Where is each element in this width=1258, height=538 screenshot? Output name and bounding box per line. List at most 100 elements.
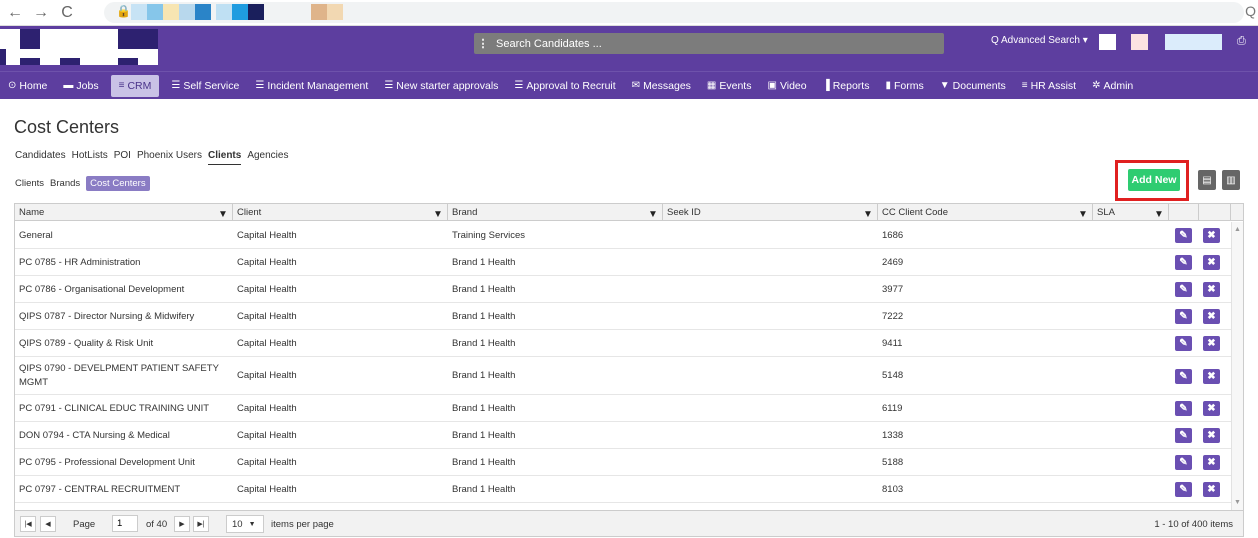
column-label: CC Client Code <box>882 207 948 218</box>
list-icon: ☰ <box>514 80 524 91</box>
delete-icon[interactable]: ✖ <box>1203 309 1220 324</box>
logo-mark <box>60 58 80 65</box>
page-number-input[interactable] <box>112 515 138 532</box>
cell-seek-id <box>663 330 878 357</box>
delete-icon[interactable]: ✖ <box>1203 228 1220 243</box>
tab-candidates[interactable]: Candidates <box>15 150 66 165</box>
tab-hotlists[interactable]: HotLists <box>72 150 108 165</box>
nav-self-service[interactable]: ☰ Self Service <box>163 75 247 97</box>
grid-scrollbar[interactable]: ▲ ▼ <box>1231 222 1243 510</box>
column-header-sla[interactable]: SLA ▼ <box>1093 204 1169 221</box>
nav-approval-to-recruit[interactable]: ☰ Approval to Recruit <box>506 75 623 97</box>
filter-icon[interactable]: ▼ <box>1078 206 1088 223</box>
edit-icon[interactable]: ✎ <box>1175 309 1192 324</box>
table-row[interactable]: PC 0785 - HR Administration Capital Healt… <box>15 249 1231 276</box>
column-header-client[interactable]: Client ▼ <box>233 204 448 221</box>
table-row[interactable]: PC 0797 - CENTRAL RECRUITMENT Capital Hea… <box>15 476 1231 503</box>
tab-phoenix-users[interactable]: Phoenix Users <box>137 150 202 165</box>
nav-documents[interactable]: ▼ Documents <box>932 75 1014 97</box>
address-bar[interactable] <box>104 2 1244 23</box>
edit-icon[interactable]: ✎ <box>1175 482 1192 497</box>
nav-messages[interactable]: ✉ Messages <box>624 75 699 97</box>
table-row[interactable]: PC 0791 - CLINICAL EDUC TRAINING UNIT Cap… <box>15 395 1231 422</box>
delete-icon[interactable]: ✖ <box>1203 482 1220 497</box>
zoom-icon[interactable]: Q <box>1245 3 1256 19</box>
delete-icon[interactable]: ✖ <box>1203 255 1220 270</box>
delete-icon[interactable]: ✖ <box>1203 428 1220 443</box>
cell-brand: Brand 1 Health <box>452 402 516 414</box>
edit-icon[interactable]: ✎ <box>1175 401 1192 416</box>
subtab-cost-centers[interactable]: Cost Centers <box>86 176 150 191</box>
prev-page-button[interactable]: ◀ <box>40 516 56 532</box>
nav-label: Incident Management <box>267 79 369 92</box>
first-page-button[interactable]: |◀ <box>20 516 36 532</box>
delete-icon[interactable]: ✖ <box>1203 282 1220 297</box>
forward-icon[interactable]: → <box>30 2 52 24</box>
column-header-cc-client-code[interactable]: CC Client Code ▼ <box>878 204 1093 221</box>
filter-icon[interactable]: ▼ <box>863 206 873 223</box>
delete-icon[interactable]: ✖ <box>1203 401 1220 416</box>
delete-icon[interactable]: ✖ <box>1203 455 1220 470</box>
nav-new-starter-approvals[interactable]: ☰ New starter approvals <box>376 75 506 97</box>
nav-admin[interactable]: ✲ Admin <box>1084 75 1141 97</box>
edit-icon[interactable]: ✎ <box>1175 228 1192 243</box>
nav-label: Admin <box>1103 79 1134 92</box>
column-header-seek-id[interactable]: Seek ID ▼ <box>663 204 878 221</box>
search-input[interactable]: ⋮ Search Candidates ... <box>474 33 944 54</box>
cell-client: Capital Health <box>237 229 297 241</box>
list-icon: ☰ <box>171 80 181 91</box>
delete-icon[interactable]: ✖ <box>1203 336 1220 351</box>
column-header-delete <box>1199 204 1231 221</box>
edit-icon[interactable]: ✎ <box>1175 336 1192 351</box>
advanced-search-button[interactable]: Q Advanced Search ▾ <box>991 35 1088 46</box>
tab-poi[interactable]: POI <box>114 150 131 165</box>
column-header-brand[interactable]: Brand ▼ <box>448 204 663 221</box>
add-new-button[interactable]: Add New <box>1128 169 1180 191</box>
export-pdf-icon[interactable]: ▥ <box>1222 170 1240 190</box>
nav-forms[interactable]: ▮ Forms <box>877 75 931 97</box>
nav-label: Home <box>19 79 48 92</box>
table-row[interactable]: QIPS 0787 - Director Nursing & Midwifery… <box>15 303 1231 330</box>
reload-icon[interactable]: C <box>56 2 78 24</box>
filter-icon[interactable]: ▼ <box>1154 206 1164 223</box>
subtab-brands[interactable]: Brands <box>50 178 80 189</box>
nav-hr-assist[interactable]: ≡ HR Assist <box>1014 75 1084 97</box>
table-row[interactable]: QIPS 0789 - Quality & Risk Unit Capital H… <box>15 330 1231 357</box>
table-row[interactable]: QIPS 0790 - DEVELPMENT PATIENT SAFETY MG… <box>15 357 1231 395</box>
edit-icon[interactable]: ✎ <box>1175 455 1192 470</box>
nav-reports[interactable]: ▐ Reports <box>815 75 878 97</box>
table-row[interactable]: PC 0795 - Professional Development Unit C… <box>15 449 1231 476</box>
print-icon[interactable]: ⎙ <box>1237 35 1246 48</box>
column-header-name[interactable]: Name ▼ <box>15 204 233 221</box>
nav-events[interactable]: ▦ Events <box>699 75 760 97</box>
edit-icon[interactable]: ✎ <box>1175 428 1192 443</box>
crm-icon: ≡ <box>118 80 125 91</box>
table-row[interactable]: General Capital Health Training Services 16… <box>15 222 1231 249</box>
edit-icon[interactable]: ✎ <box>1175 282 1192 297</box>
last-page-button[interactable]: ▶| <box>193 516 209 532</box>
tab-clients[interactable]: Clients <box>207 150 242 165</box>
edit-icon[interactable]: ✎ <box>1175 255 1192 270</box>
scroll-down-icon[interactable]: ▼ <box>1234 499 1241 506</box>
scroll-up-icon[interactable]: ▲ <box>1234 226 1241 233</box>
next-page-button[interactable]: ▶ <box>174 516 190 532</box>
back-icon[interactable]: ← <box>4 2 26 24</box>
filter-icon[interactable]: ▼ <box>433 206 443 223</box>
nav-incident-management[interactable]: ☰ Incident Management <box>247 75 376 97</box>
nav-video[interactable]: ▣ Video <box>759 75 814 97</box>
tab-agencies[interactable]: Agencies <box>247 150 288 165</box>
menu-dots-icon[interactable]: ⋮ <box>474 37 492 50</box>
video-icon: ▣ <box>767 80 777 91</box>
export-excel-icon[interactable]: ▤ <box>1198 170 1216 190</box>
subtab-clients[interactable]: Clients <box>15 178 44 189</box>
table-row[interactable]: PC 0786 - Organisational Development Capi… <box>15 276 1231 303</box>
edit-icon[interactable]: ✎ <box>1175 369 1192 384</box>
table-row[interactable]: DON 0794 - CTA Nursing & Medical Capital … <box>15 422 1231 449</box>
nav-crm[interactable]: ≡ CRM <box>110 74 160 97</box>
filter-icon[interactable]: ▼ <box>218 206 228 223</box>
filter-icon[interactable]: ▼ <box>648 206 658 223</box>
nav-jobs[interactable]: ▬ Jobs <box>55 75 106 97</box>
nav-home[interactable]: ⊙ Home <box>0 75 55 97</box>
page-size-select[interactable]: 10 ▼ <box>226 515 264 533</box>
delete-icon[interactable]: ✖ <box>1203 369 1220 384</box>
